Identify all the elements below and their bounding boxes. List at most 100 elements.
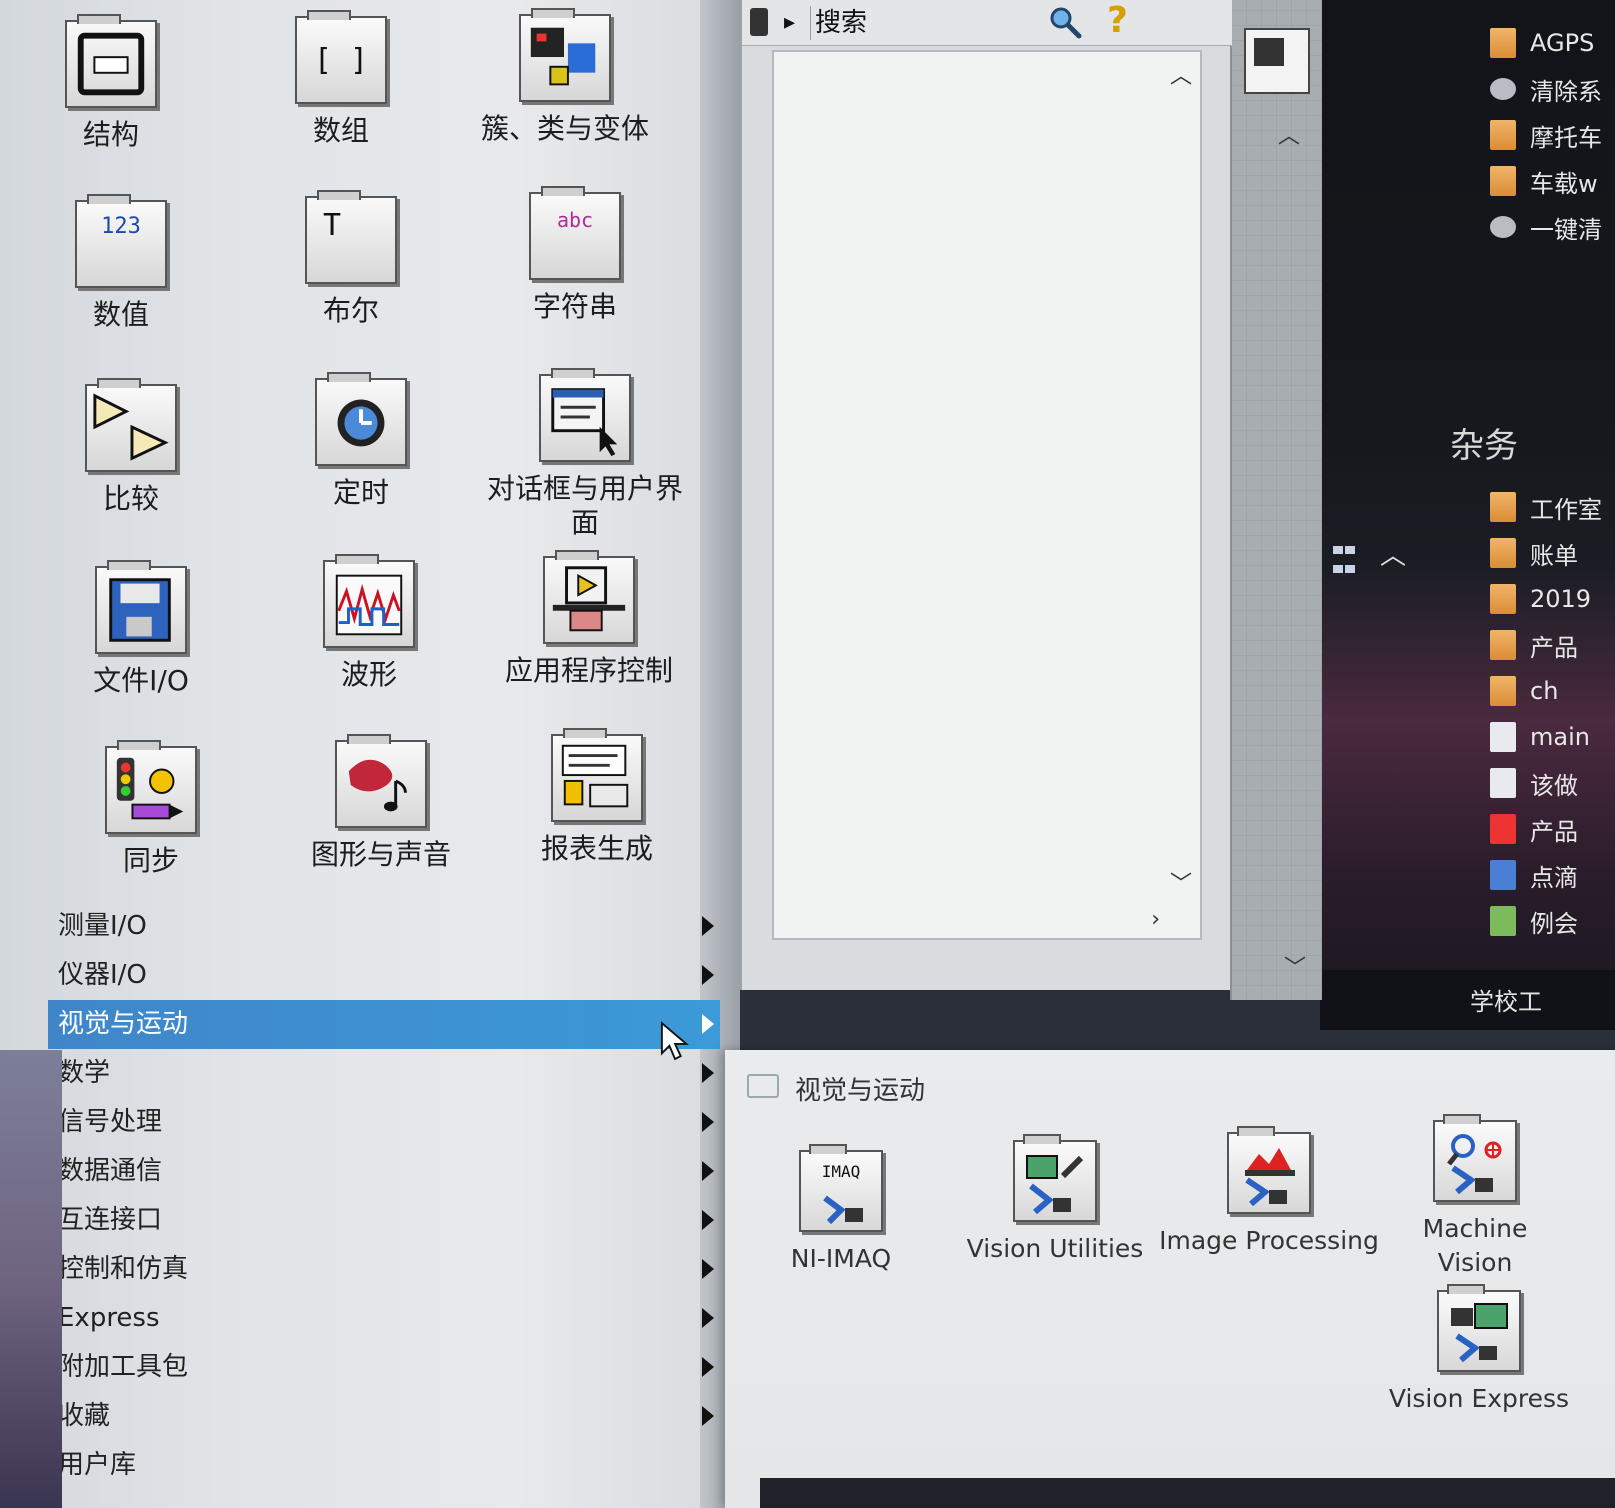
palette-item-label: 布尔 [322, 294, 379, 327]
desktop-item[interactable]: 产品 [1490, 622, 1615, 668]
category-item[interactable]: 仪器I/O [48, 951, 720, 1000]
category-item[interactable]: 测量I/O [48, 902, 720, 951]
taskbar-strip [760, 1478, 1615, 1508]
palette-item-boolean[interactable]: T 布尔 [246, 190, 456, 328]
category-item[interactable]: 收藏 [48, 1392, 720, 1441]
file-io-icon [95, 560, 187, 654]
submenu-item-label: Vision Utilities [966, 1234, 1144, 1263]
desktop-item[interactable]: ch [1490, 668, 1615, 714]
machine-vision-icon [1433, 1114, 1517, 1202]
submenu-arrow-icon [702, 1406, 714, 1426]
boolean-icon: T [305, 190, 397, 284]
vi-icon[interactable] [1244, 28, 1310, 94]
submenu-arrow-icon [702, 1112, 714, 1132]
palette-item-report-generation[interactable]: 报表生成 [492, 728, 702, 866]
scroll-up-icon[interactable]: ︿ [1278, 118, 1300, 150]
category-item[interactable]: 信号处理 [48, 1098, 720, 1147]
palette-item-cluster[interactable]: 簇、类与变体 [460, 8, 670, 146]
desktop-item[interactable]: 清除系 [1490, 66, 1615, 112]
palette-item-file-io[interactable]: 文件I/O [36, 560, 246, 698]
search-icon[interactable] [1047, 4, 1083, 40]
palette-item-array[interactable]: [ ] 数组 [236, 10, 446, 148]
desktop-item[interactable]: main [1490, 714, 1615, 760]
cluster-class-variant-icon [519, 8, 611, 102]
submenu-item-image-processing[interactable]: Image Processing [1159, 1126, 1379, 1258]
palette-item-label: 簇、类与变体 [480, 112, 649, 145]
category-item[interactable]: 用户库 [48, 1441, 720, 1490]
submenu-arrow-icon [702, 1161, 714, 1181]
pin-icon[interactable] [747, 1074, 779, 1098]
graphics-sound-icon [335, 734, 427, 828]
desktop-item[interactable]: 产品 [1490, 806, 1615, 852]
search-results-list[interactable]: ︿ ﹀ › [772, 50, 1202, 940]
desktop-item[interactable]: 工作室 [1490, 484, 1615, 530]
desktop-item[interactable]: 车载w [1490, 158, 1615, 204]
document-icon [1490, 722, 1516, 752]
folder-icon [1490, 538, 1516, 568]
search-button[interactable]: 搜索 [810, 6, 1035, 40]
chevron-up-icon[interactable]: ︿ [1380, 535, 1406, 572]
category-item[interactable]: 控制和仿真 [48, 1245, 720, 1294]
palette-item-waveform[interactable]: 波形 [264, 554, 474, 692]
array-icon: [ ] [295, 10, 387, 104]
desktop-item[interactable]: 2019 [1490, 576, 1615, 622]
desktop-item[interactable]: AGPS [1490, 20, 1615, 66]
desktop-item[interactable]: 例会 [1490, 898, 1615, 944]
category-item[interactable]: 数学 [48, 1049, 720, 1098]
scroll-down-icon[interactable]: ﹀ [1170, 866, 1192, 898]
desktop-background: AGPS 清除系 摩托车 车载w 一键清 杂务 ︿ 工作室 账单 2019 产品… [1320, 0, 1615, 1030]
synchronization-icon [105, 740, 197, 834]
palette-item-comparison[interactable]: 比较 [26, 378, 236, 516]
submenu-arrow-icon [702, 1014, 714, 1034]
wallpaper-strip [0, 1050, 62, 1508]
submenu-item-ni-imaq[interactable]: IMAQ NI-IMAQ [731, 1144, 951, 1276]
folder-icon [1490, 166, 1516, 196]
palette-item-string[interactable]: abc 字符串 [470, 186, 680, 324]
palette-item-label: 数组 [312, 114, 369, 147]
scroll-up-icon[interactable]: ︿ [1170, 58, 1192, 90]
palette-item-timing[interactable]: 定时 [256, 372, 466, 510]
xmind-icon [1490, 814, 1516, 844]
submenu-item-label: Vision Express [1388, 1384, 1570, 1413]
pin-icon[interactable] [750, 8, 768, 36]
search-bar: ▸ 搜索 ? [742, 0, 1232, 46]
gear-icon [1490, 78, 1516, 100]
palette-item-structures[interactable]: 结构 [6, 14, 216, 152]
comparison-icon [85, 378, 177, 472]
palette-item-application-control[interactable]: 应用程序控制 [484, 550, 694, 688]
folder-icon [1490, 676, 1516, 706]
desktop-item[interactable]: 摩托车 [1490, 112, 1615, 158]
palette-item-graphics-sound[interactable]: 图形与声音 [276, 734, 486, 872]
desktop-group-label: 学校工 [1320, 970, 1615, 1030]
submenu-item-vision-express[interactable]: Vision Express [1369, 1284, 1589, 1416]
string-glyph: abc [556, 208, 594, 232]
desktop-item[interactable]: 一键清 [1490, 204, 1615, 250]
structure-icon [65, 14, 157, 108]
scroll-right-icon[interactable]: › [1151, 907, 1160, 932]
category-item[interactable]: Express [48, 1294, 720, 1343]
submenu-title: 视觉与运动 [795, 1076, 926, 1106]
timing-icon [315, 372, 407, 466]
palette-item-label: 文件I/O [93, 664, 189, 697]
submenu-item-machine-vision[interactable]: Machine Vision [1365, 1114, 1585, 1280]
palette-item-label: 同步 [122, 844, 179, 877]
functions-search-window: ▸ 搜索 ? ︿ ﹀ › [740, 0, 1232, 990]
document-icon [1490, 768, 1516, 798]
desktop-item[interactable]: 点滴 [1490, 852, 1615, 898]
submenu-item-vision-utilities[interactable]: Vision Utilities [945, 1134, 1165, 1266]
category-item[interactable]: 数据通信 [48, 1147, 720, 1196]
scroll-down-icon[interactable]: ﹀ [1284, 950, 1306, 982]
arrow-right-icon[interactable]: ▸ [784, 10, 795, 35]
desktop-item[interactable]: 该做 [1490, 760, 1615, 806]
category-item[interactable]: 互连接口 [48, 1196, 720, 1245]
desktop-item[interactable]: 账单 [1490, 530, 1615, 576]
palette-item-label: 字符串 [532, 290, 617, 323]
palette-item-numeric[interactable]: 123 数值 [16, 194, 226, 332]
category-item-selected[interactable]: 视觉与运动 [48, 1000, 720, 1049]
palette-item-synchronization[interactable]: 同步 [46, 740, 256, 878]
category-item[interactable]: 附加工具包 [48, 1343, 720, 1392]
help-icon[interactable]: ? [1107, 0, 1128, 41]
desktop-section-header: 杂务 [1450, 426, 1518, 466]
palette-item-dialog-ui[interactable]: 对话框与用户界面 [480, 368, 690, 540]
numeric-icon: 123 [75, 194, 167, 288]
